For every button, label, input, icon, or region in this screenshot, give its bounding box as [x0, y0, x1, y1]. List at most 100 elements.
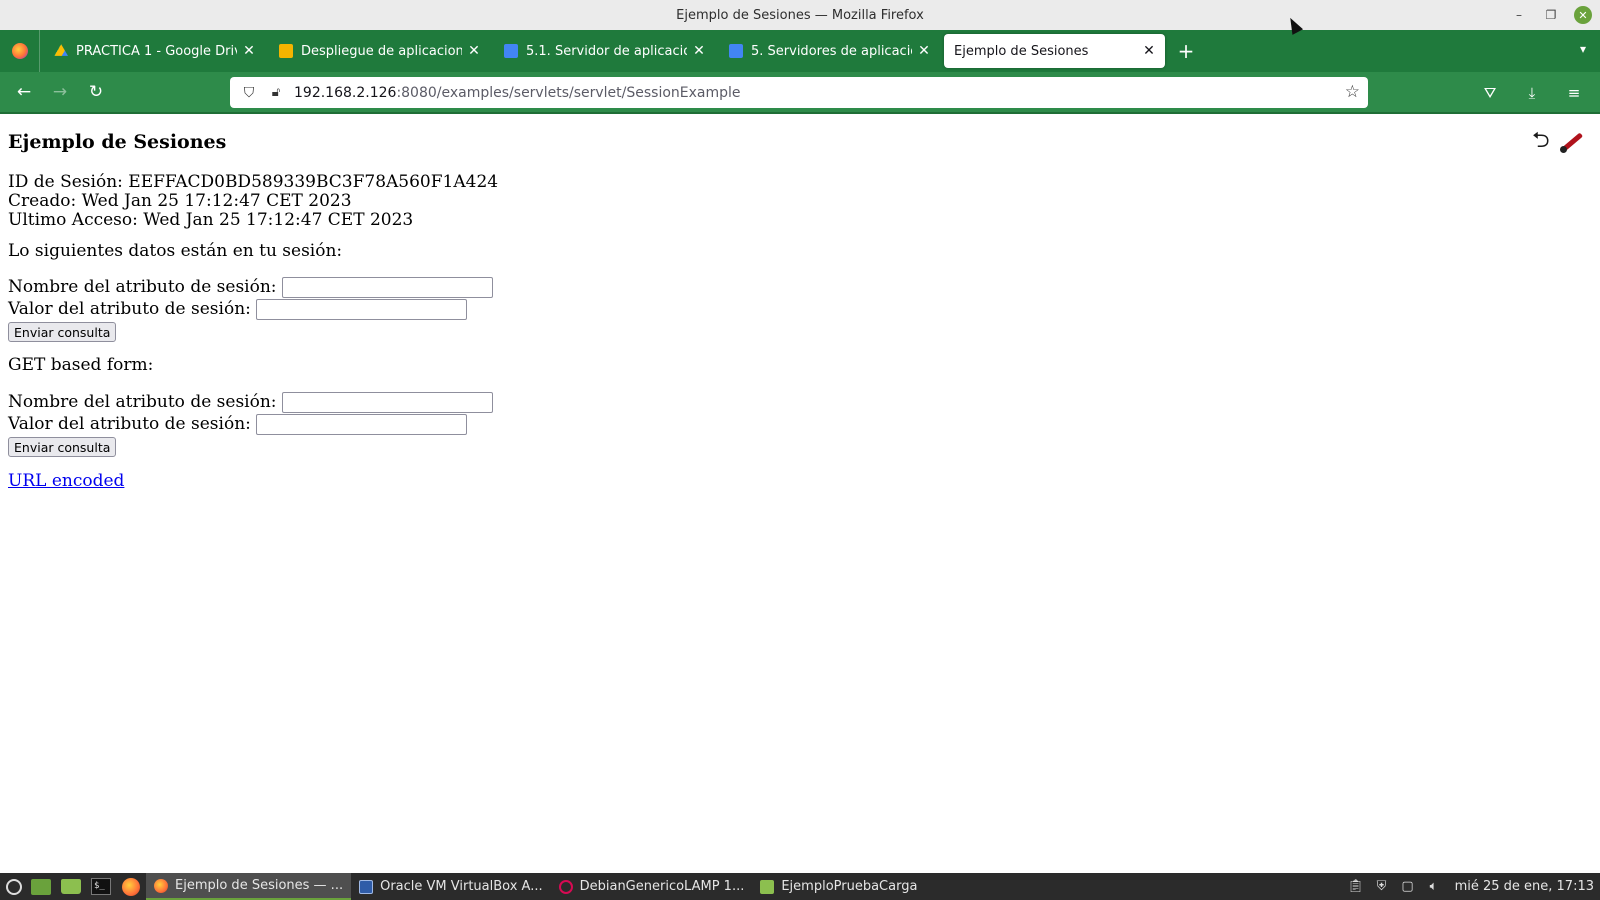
execute-icon[interactable] — [1560, 129, 1586, 153]
tab-servidores-aplicaciones-5[interactable]: 5. Servidores de aplicaciones ✕ — [719, 34, 940, 68]
attribute-name-label: Nombre del atributo de sesión: — [8, 392, 277, 412]
firefox-launcher[interactable] — [116, 873, 146, 900]
virtualbox-icon — [359, 879, 374, 894]
pocket-icon[interactable]: ⛛ — [1472, 75, 1508, 111]
folder-icon — [61, 879, 81, 894]
taskbar-window-label: Ejemplo de Sesiones — ... — [175, 878, 344, 893]
window-title: Ejemplo de Sesiones — Mozilla Firefox — [676, 7, 924, 23]
terminal-icon: $_ — [91, 878, 111, 895]
firefox-icon — [122, 877, 140, 896]
tab-title: 5.1. Servidor de aplicaciones — [526, 43, 687, 59]
bookmark-star-icon[interactable]: ☆ — [1345, 82, 1360, 102]
attribute-name-row: Nombre del atributo de sesión: — [8, 276, 493, 298]
tab-title: Despliegue de aplicaciones — [301, 43, 462, 59]
new-tab-button[interactable]: + — [1169, 34, 1203, 68]
shield-update-icon[interactable]: ⛨ — [1373, 879, 1391, 895]
attribute-name-input[interactable] — [281, 276, 493, 298]
attribute-value-row: Valor del atributo de sesión: — [8, 413, 493, 435]
attribute-value-label: Valor del atributo de sesión: — [8, 299, 251, 319]
google-docs-icon — [504, 44, 518, 58]
attribute-value-row: Valor del atributo de sesión: — [8, 298, 493, 320]
google-docs-icon — [729, 44, 743, 58]
url-bar[interactable]: ⛉ 🔓︎ 192.168.2.126:8080/examples/servlet… — [230, 77, 1368, 108]
get-session-form: Nombre del atributo de sesión: Valor del… — [8, 391, 493, 457]
files-launcher[interactable] — [56, 873, 86, 900]
close-tab-icon[interactable]: ✕ — [916, 43, 932, 59]
forward-button[interactable]: → — [42, 74, 78, 110]
close-tab-icon[interactable]: ✕ — [241, 43, 257, 59]
clock[interactable]: mié 25 de ene, 17:13 — [1455, 879, 1594, 894]
system-tray: 📋︎ ⛨ ▢ 🔈︎ mié 25 de ene, 17:13 — [1347, 873, 1600, 900]
attribute-name-label: Nombre del atributo de sesión: — [8, 277, 277, 297]
window-controls: – ❐ ✕ — [1510, 0, 1600, 30]
attribute-value-input[interactable] — [255, 298, 467, 320]
google-slides-icon — [279, 44, 293, 58]
tab-servidor-aplicaciones-5-1[interactable]: 5.1. Servidor de aplicaciones ✕ — [494, 34, 715, 68]
debian-icon — [558, 879, 573, 894]
back-button[interactable]: ← — [6, 74, 42, 110]
terminal-launcher[interactable]: $_ — [86, 873, 116, 900]
taskbar-window-firefox[interactable]: Ejemplo de Sesiones — ... — [146, 873, 352, 900]
window-titlebar: Ejemplo de Sesiones — Mozilla Firefox – … — [0, 0, 1600, 30]
get-attribute-name-input[interactable] — [281, 391, 493, 413]
mint-menu-icon — [6, 878, 22, 895]
maximize-button[interactable]: ❐ — [1542, 6, 1560, 24]
session-info: ID de Sesión: EEFFACD0BD589339BC3F78A560… — [8, 173, 498, 230]
show-desktop-launcher[interactable] — [26, 873, 56, 900]
taskbar-window-debian-vm[interactable]: DebianGenericoLAMP 1... — [551, 873, 753, 900]
show-desktop-icon — [31, 878, 51, 895]
url-text[interactable]: 192.168.2.126:8080/examples/servlets/ser… — [294, 85, 741, 101]
return-icon[interactable]: ⮌ — [1532, 129, 1558, 153]
reload-button[interactable]: ↻ — [78, 74, 114, 110]
tracking-protection-shield-icon[interactable]: ⛉ — [234, 85, 264, 101]
session-last-access: Ultimo Acceso: Wed Jan 25 17:12:47 CET 2… — [8, 210, 414, 230]
taskbar-window-label: DebianGenericoLAMP 1... — [579, 879, 745, 894]
example-icons: ⮌ — [1532, 129, 1586, 153]
navigation-toolbar: ← → ↻ ⛉ 🔓︎ 192.168.2.126:8080/examples/s… — [0, 72, 1600, 114]
clipboard-icon[interactable]: 📋︎ — [1347, 879, 1365, 895]
tab-practica-drive[interactable]: PRÁCTICA 1 - Google Drive ✕ — [44, 34, 265, 68]
close-tab-icon[interactable]: ✕ — [1141, 43, 1157, 59]
url-path: :8080/examples/servlets/servlet/SessionE… — [396, 84, 741, 101]
url-encoded-link[interactable]: URL encoded — [8, 471, 124, 491]
url-host: 192.168.2.126 — [294, 84, 397, 101]
taskbar-window-label: EjemploPruebaCarga — [781, 879, 918, 894]
submit-query-button[interactable]: Enviar consulta — [8, 322, 117, 342]
attribute-value-label: Valor del atributo de sesión: — [8, 414, 251, 434]
firefox-icon — [11, 43, 28, 59]
taskbar: $_ Ejemplo de Sesiones — ... Oracle VM V… — [0, 873, 1600, 900]
tab-title: 5. Servidores de aplicaciones — [751, 43, 912, 59]
close-tab-icon[interactable]: ✕ — [691, 43, 707, 59]
session-data-label: Lo siguientes datos están en tu sesión: — [8, 241, 343, 261]
get-attribute-value-input[interactable] — [255, 413, 467, 435]
get-form-label: GET based form: — [8, 355, 154, 375]
tab-ejemplo-sesiones[interactable]: Ejemplo de Sesiones ✕ — [944, 34, 1165, 68]
minimize-button[interactable]: – — [1510, 6, 1528, 24]
insecure-lock-icon[interactable]: 🔓︎ — [264, 85, 288, 100]
session-id: ID de Sesión: EEFFACD0BD589339BC3F78A560… — [8, 172, 499, 192]
close-tab-icon[interactable]: ✕ — [466, 43, 482, 59]
folder-icon — [760, 879, 775, 894]
google-drive-icon — [54, 44, 68, 56]
firefox-icon — [154, 878, 168, 893]
start-menu-button[interactable] — [2, 873, 26, 900]
page-title: Ejemplo de Sesiones — [8, 131, 227, 153]
taskbar-window-folder[interactable]: EjemploPruebaCarga — [752, 873, 925, 900]
volume-muted-icon[interactable]: 🔈︎ — [1425, 879, 1443, 895]
display-icon[interactable]: ▢ — [1399, 879, 1417, 895]
taskbar-window-label: Oracle VM VirtualBox A... — [380, 879, 543, 894]
tab-title: PRÁCTICA 1 - Google Drive — [76, 43, 237, 59]
hamburger-menu-icon[interactable]: ≡ — [1556, 75, 1592, 111]
taskbar-window-virtualbox[interactable]: Oracle VM VirtualBox A... — [351, 873, 551, 900]
tab-strip: PRÁCTICA 1 - Google Drive ✕ Despliegue d… — [0, 30, 1600, 72]
list-all-tabs-chevron-icon[interactable]: ▾ — [1580, 42, 1586, 56]
post-session-form: Nombre del atributo de sesión: Valor del… — [8, 276, 493, 342]
close-window-button[interactable]: ✕ — [1574, 6, 1592, 24]
attribute-name-row: Nombre del atributo de sesión: — [8, 391, 493, 413]
firefox-view-button[interactable] — [0, 30, 40, 72]
get-submit-query-button[interactable]: Enviar consulta — [8, 437, 117, 457]
tab-despliegue[interactable]: Despliegue de aplicaciones ✕ — [269, 34, 490, 68]
page-content: Ejemplo de Sesiones ⮌ ID de Sesión: EEFF… — [0, 115, 1600, 873]
downloads-icon[interactable]: ⤓ — [1514, 75, 1550, 111]
tab-title: Ejemplo de Sesiones — [954, 43, 1089, 59]
